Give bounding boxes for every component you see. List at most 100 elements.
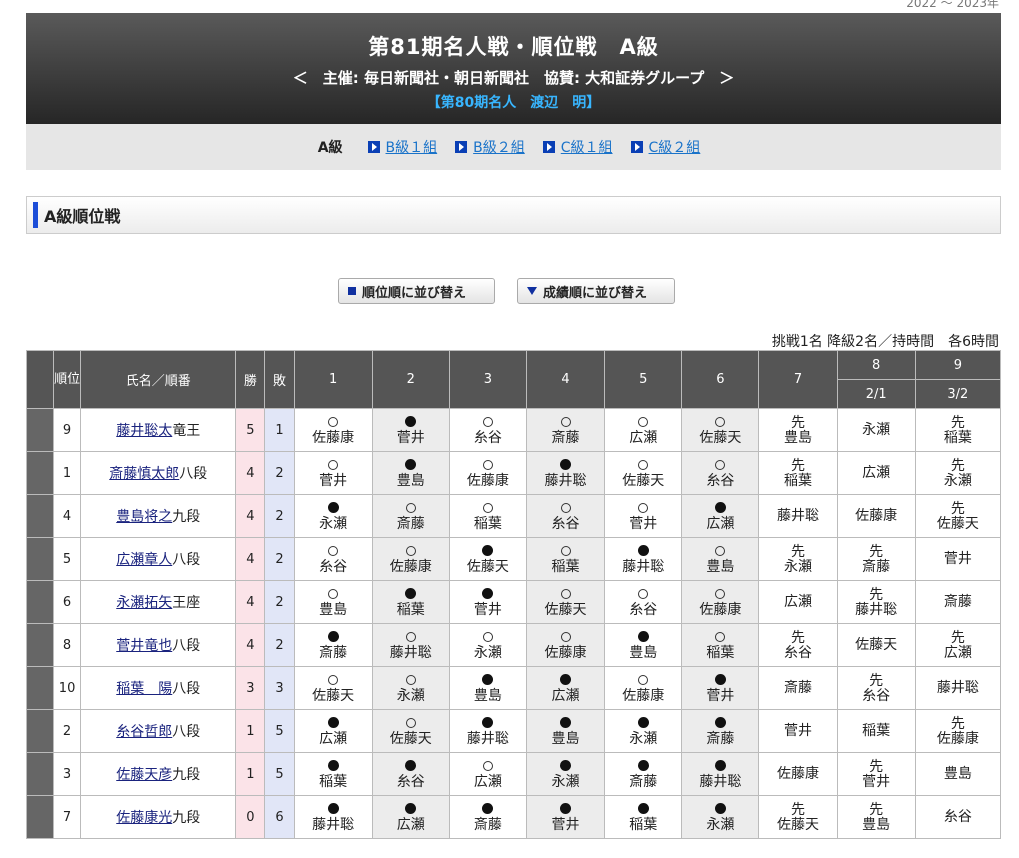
white-circle-icon xyxy=(560,588,571,599)
nav-link-label[interactable]: B級２組 xyxy=(473,137,525,157)
player-link[interactable]: 佐藤天彦 xyxy=(116,767,172,783)
opponent-name: 藤井聡 xyxy=(466,730,509,747)
opponent-name: 永瀬 xyxy=(473,644,502,661)
opponent-name: 斎藤 xyxy=(319,644,348,661)
header-round-3: 3 xyxy=(448,350,527,409)
player-link[interactable]: 永瀬拓矢 xyxy=(116,595,172,611)
nav-current-class: A級 xyxy=(317,140,343,156)
nav-link-c2[interactable]: C級２組 xyxy=(630,137,701,157)
row-mark xyxy=(25,666,55,710)
game-cell: 佐藤天 xyxy=(525,580,606,624)
wins-count: 4 xyxy=(235,537,266,581)
game-cell: 先佐藤康 xyxy=(914,709,1002,753)
table-row: 2 糸谷哲郎八段 1 5 広瀬 佐藤天 藤井聡 豊島 永瀬 斎藤 菅井 稲葉先佐藤康 xyxy=(25,709,1002,753)
table-row: 10 稲葉 陽八段 3 3 佐藤天 永瀬 豊島 広瀬 佐藤康 菅井 斎藤先糸谷 藤井聡 xyxy=(25,666,1002,710)
loss-mark xyxy=(682,673,758,689)
nav-link-c1[interactable]: C級１組 xyxy=(542,137,613,157)
game-cell: 菅井 xyxy=(758,709,838,753)
black-circle-icon xyxy=(405,802,417,814)
player-link[interactable]: 糸谷哲郎 xyxy=(116,724,172,740)
opponent-name: 藤井聡 xyxy=(312,816,355,833)
game-cell: 先広瀬 xyxy=(914,623,1002,667)
player-title: 竜王 xyxy=(172,423,201,439)
first-move-mark: 先 xyxy=(791,543,806,560)
game-cell: 斎藤 xyxy=(293,623,373,667)
player-title: 九段 xyxy=(172,509,201,525)
opponent-name: 豊島 xyxy=(706,558,735,575)
game-cell: 佐藤天 xyxy=(604,451,683,495)
black-circle-icon xyxy=(327,716,339,728)
opponent-name: 斎藤 xyxy=(396,515,425,532)
player-link[interactable]: 菅井竜也 xyxy=(116,638,172,654)
player-link[interactable]: 広瀬章人 xyxy=(116,552,172,568)
game-cell: 先佐藤天 xyxy=(758,795,838,839)
player-link[interactable]: 豊島将之 xyxy=(116,509,172,525)
opponent-name: 永瀬 xyxy=(551,773,580,790)
opponent-name: 斎藤 xyxy=(784,679,813,696)
game-cell: 豊島 xyxy=(681,537,760,581)
win-mark xyxy=(450,630,526,646)
player-name-cell: 広瀬章人八段 xyxy=(80,537,237,581)
game-cell: 藤井聡 xyxy=(448,709,527,753)
nav-link-label[interactable]: B級１組 xyxy=(386,137,438,157)
nav-link-b2[interactable]: B級２組 xyxy=(455,137,525,157)
player-link[interactable]: 斎藤慎太郎 xyxy=(109,466,179,482)
opponent-name: 糸谷 xyxy=(473,429,502,446)
black-circle-icon xyxy=(637,630,649,642)
opponent-name: 稲葉 xyxy=(396,601,425,618)
nav-link-b1[interactable]: B級１組 xyxy=(367,137,438,157)
game-cell: 永瀬 xyxy=(525,752,606,796)
wins-count: 1 xyxy=(235,709,266,753)
losses-count: 2 xyxy=(264,494,295,538)
opponent-name: 佐藤天 xyxy=(699,429,742,446)
opponent-name: 稲葉 xyxy=(784,472,813,489)
first-move-mark: 先 xyxy=(950,414,965,431)
game-cell: 広瀬 xyxy=(448,752,527,796)
opponent-name: 斎藤 xyxy=(943,593,972,610)
player-name-cell: 佐藤天彦九段 xyxy=(80,752,237,796)
player-name-cell: 菅井竜也八段 xyxy=(80,623,237,667)
opponent-name: 佐藤康 xyxy=(466,472,509,489)
black-circle-icon xyxy=(405,415,417,427)
opponent-name: 稲葉 xyxy=(943,429,972,446)
row-rank: 8 xyxy=(53,623,82,667)
game-cell: 永瀬 xyxy=(836,408,916,452)
sort-by-rank-button[interactable]: 順位順に並び替え xyxy=(338,278,495,304)
game-cell: 先豊島 xyxy=(758,408,838,452)
loss-mark xyxy=(373,802,449,818)
opponent-name: 豊島 xyxy=(629,644,658,661)
league-table: 順位 氏名／順番 勝 敗 1 2 3 4 5 6 7 8 9 2/1 3/2 9… xyxy=(25,350,1002,839)
win-mark xyxy=(682,587,758,603)
header-round-7: 7 xyxy=(758,350,838,409)
opponent-name: 広瀬 xyxy=(551,687,580,704)
opponent-name: 糸谷 xyxy=(943,808,972,825)
player-link[interactable]: 稲葉 陽 xyxy=(116,681,172,697)
sort-by-score-button[interactable]: 成績順に並び替え xyxy=(517,278,675,304)
opponent-name: 菅井 xyxy=(862,773,891,790)
black-circle-icon xyxy=(482,587,494,599)
first-move-mark: 先 xyxy=(950,457,965,474)
game-cell: 稲葉 xyxy=(448,494,527,538)
player-link[interactable]: 佐藤康光 xyxy=(116,810,172,826)
opponent-name: 糸谷 xyxy=(706,472,735,489)
white-circle-icon xyxy=(715,631,726,642)
player-title: 八段 xyxy=(172,638,201,654)
win-mark xyxy=(295,458,372,474)
nav-link-label[interactable]: C級１組 xyxy=(561,137,613,157)
opponent-name: 菅井 xyxy=(706,687,735,704)
player-link[interactable]: 藤井聡太 xyxy=(116,423,172,439)
nav-link-label[interactable]: C級２組 xyxy=(649,137,701,157)
opponent-name: 糸谷 xyxy=(629,601,658,618)
opponent-name: 菅井 xyxy=(396,429,425,446)
page-title: 第81期名人戦・順位戦 A級 xyxy=(368,35,659,59)
header-round-1: 1 xyxy=(293,350,373,409)
game-cell: 藤井聡 xyxy=(293,795,373,839)
first-move-mark: 先 xyxy=(791,801,806,818)
black-circle-icon xyxy=(482,673,494,685)
white-circle-icon xyxy=(482,416,493,427)
game-cell: 藤井聡 xyxy=(604,537,683,581)
opponent-name: 斎藤 xyxy=(629,773,658,790)
game-cell: 佐藤康 xyxy=(293,408,373,452)
opponent-name: 佐藤天 xyxy=(936,515,979,532)
game-cell: 永瀬 xyxy=(681,795,760,839)
